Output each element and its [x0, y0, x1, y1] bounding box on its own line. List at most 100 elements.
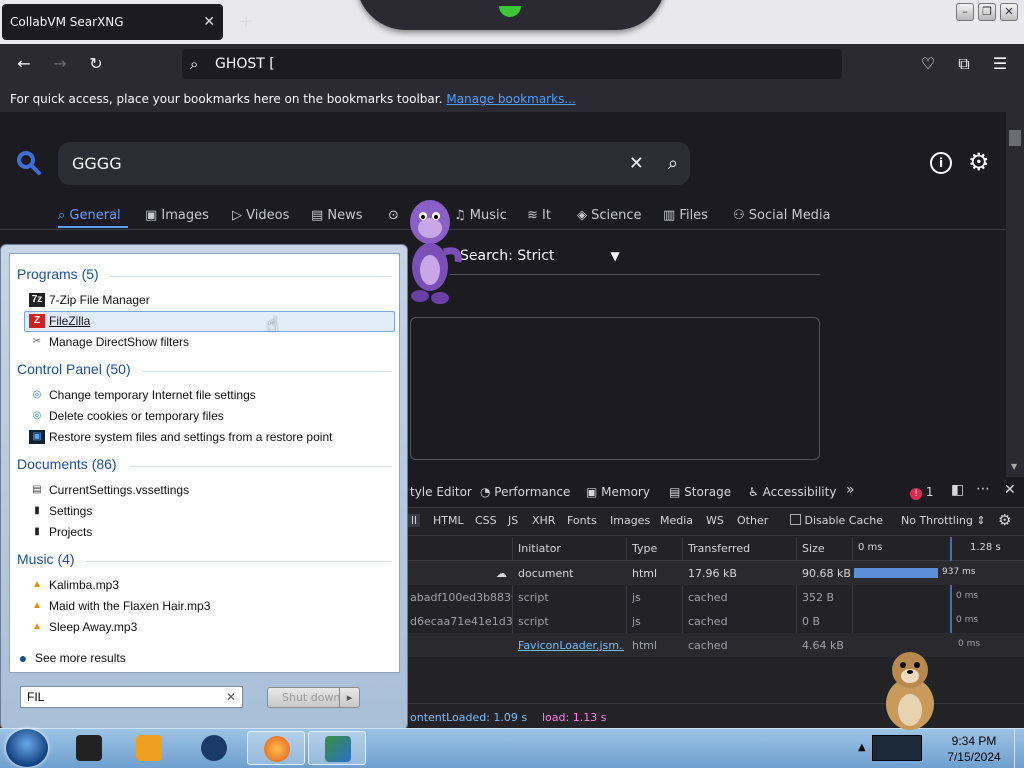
back-icon[interactable]: ←: [14, 54, 34, 74]
error-badge[interactable]: ! 1: [910, 485, 933, 500]
tab-map[interactable]: ⊙: [388, 204, 399, 228]
arrow-right-icon[interactable]: ▸: [339, 688, 359, 707]
tab-files[interactable]: ▥ Files: [663, 204, 708, 228]
extensions-icon[interactable]: ⧉: [954, 54, 974, 74]
info-icon[interactable]: i: [930, 152, 952, 174]
filter-css[interactable]: CSS: [475, 514, 497, 527]
table-row[interactable]: ☁ document html 17.96 kB 90.68 kB 937 ms: [400, 561, 1024, 585]
tab-images[interactable]: ▣ Images: [145, 204, 209, 228]
more-options-icon[interactable]: ⋯: [976, 481, 990, 497]
group-documents[interactable]: Documents (86): [17, 456, 117, 472]
close-devtools-icon[interactable]: ✕: [1004, 482, 1016, 498]
result-7zip[interactable]: 7z 7-Zip File Manager: [25, 290, 150, 310]
filter-ws[interactable]: WS: [706, 514, 724, 527]
reload-icon[interactable]: ↻: [86, 54, 106, 74]
result-sleep-away[interactable]: ▲ Sleep Away.mp3: [25, 617, 137, 637]
result-restore[interactable]: ▣ Restore system files and settings from …: [25, 427, 332, 447]
searxng-logo-icon[interactable]: [16, 150, 44, 178]
filter-fonts[interactable]: Fonts: [567, 514, 597, 527]
filter-all[interactable]: ll: [408, 514, 421, 527]
taskbar-app-firefox[interactable]: [247, 731, 305, 765]
taskbar-app-player[interactable]: [120, 731, 178, 765]
tab-style-editor[interactable]: tyle Editor: [410, 485, 472, 499]
more-tabs-icon[interactable]: »: [846, 482, 855, 498]
result-internet-settings[interactable]: ◎ Change temporary Internet file settings: [25, 385, 256, 405]
table-row[interactable]: abadf100ed3b88304 script js cached 352 B…: [400, 585, 1024, 609]
tab-accessibility[interactable]: ♿ Accessibility: [748, 485, 836, 499]
tab-storage[interactable]: ▤ Storage: [669, 485, 731, 499]
result-currentsettings[interactable]: ▤ CurrentSettings.vssettings: [25, 480, 189, 500]
start-orb-icon[interactable]: [6, 729, 48, 767]
taskbar-app-idm[interactable]: [308, 731, 366, 765]
result-settings[interactable]: ▮ Settings: [25, 501, 92, 521]
taskbar-app-browser[interactable]: [185, 731, 243, 765]
tab-social-media[interactable]: ⚇ Social Media: [733, 204, 831, 228]
clock[interactable]: 9:34 PM 7/15/2024: [940, 733, 1008, 765]
col-type[interactable]: Type: [632, 542, 657, 555]
result-label: CurrentSettings.vssettings: [49, 483, 190, 497]
search-icon[interactable]: ⌕: [668, 142, 678, 185]
result-maid[interactable]: ▲ Maid with the Flaxen Hair.mp3: [25, 596, 210, 616]
result-kalimba[interactable]: ▲ Kalimba.mp3: [25, 575, 119, 595]
new-tab-button[interactable]: +: [236, 8, 256, 36]
close-window-button[interactable]: ✕: [1000, 3, 1018, 21]
filter-images[interactable]: Images: [610, 514, 650, 527]
address-bar[interactable]: ⌕ GHOST [: [182, 49, 842, 79]
tab-science[interactable]: ◈ Science: [577, 204, 642, 228]
page-scrollbar[interactable]: ▼: [1006, 112, 1024, 477]
table-row[interactable]: d6ecaa71e41e1d3c3 script js cached 0 B 0…: [400, 609, 1024, 633]
shutdown-button[interactable]: Shut down ▸: [267, 687, 360, 708]
tab-memory[interactable]: ▣ Memory: [586, 485, 650, 499]
disable-cache-checkbox[interactable]: Disable Cache: [790, 514, 883, 527]
clear-icon[interactable]: ✕: [629, 142, 644, 185]
filter-xhr[interactable]: XHR: [532, 514, 555, 527]
safesearch-select[interactable]: Search: Strict ▼: [460, 248, 620, 264]
tab-it[interactable]: ≋ It: [527, 204, 551, 228]
col-transferred[interactable]: Transferred: [688, 542, 750, 555]
group-music[interactable]: Music (4): [17, 551, 75, 567]
result-filezilla[interactable]: Z FileZilla: [25, 311, 90, 331]
tab-videos[interactable]: ▷ Videos: [232, 204, 289, 228]
tab-news[interactable]: ▤ News: [311, 204, 363, 228]
tab-performance[interactable]: ◔ Performance: [480, 485, 570, 499]
restore-button[interactable]: ❐: [978, 3, 996, 21]
col-size[interactable]: Size: [802, 542, 825, 555]
search-input[interactable]: GGGG ✕ ⌕: [58, 142, 690, 185]
tray-expand-icon[interactable]: ▲: [858, 742, 866, 753]
bonzi-character[interactable]: [400, 192, 462, 310]
scroll-down-icon[interactable]: ▼: [1011, 462, 1017, 471]
show-desktop-button[interactable]: [1014, 728, 1024, 768]
pocket-icon[interactable]: ♡: [918, 54, 938, 74]
minimize-button[interactable]: –: [956, 3, 974, 21]
result-projects[interactable]: ▮ Projects: [25, 522, 92, 542]
filter-other[interactable]: Other: [737, 514, 768, 527]
see-more-results[interactable]: ● See more results: [11, 648, 126, 668]
gopher-character[interactable]: [876, 646, 944, 730]
clear-search-icon[interactable]: ✕: [226, 687, 236, 707]
settings-gear-icon[interactable]: ⚙: [998, 511, 1011, 529]
dock-icon[interactable]: ◧: [951, 482, 964, 498]
menu-icon[interactable]: ☰: [990, 54, 1010, 74]
col-initiator[interactable]: Initiator: [518, 542, 561, 555]
taskbar-app-media[interactable]: [60, 731, 118, 765]
files-icon: ▥: [663, 208, 680, 223]
start-search-input[interactable]: FIL ✕: [20, 686, 243, 708]
throttling-select[interactable]: No Throttling ⇕: [901, 514, 986, 527]
network-icon[interactable]: [872, 735, 922, 761]
cell-initiator-link[interactable]: FaviconLoader.jsm...: [518, 639, 624, 652]
manage-bookmarks-link[interactable]: Manage bookmarks...: [446, 92, 575, 106]
group-control-panel[interactable]: Control Panel (50): [17, 361, 131, 377]
gear-icon[interactable]: ⚙: [968, 148, 990, 176]
result-directshow[interactable]: ✂ Manage DirectShow filters: [25, 332, 189, 352]
forward-icon[interactable]: →: [50, 54, 70, 74]
tab-general[interactable]: ⌕ General: [58, 204, 128, 228]
safesearch-value: Search: Strict: [460, 248, 555, 264]
result-delete-cookies[interactable]: ◎ Delete cookies or temporary files: [25, 406, 224, 426]
browser-tab[interactable]: CollabVM SearXNG ✕: [2, 4, 223, 40]
filter-media[interactable]: Media: [660, 514, 693, 527]
close-tab-icon[interactable]: ✕: [203, 4, 215, 40]
filter-js[interactable]: JS: [508, 514, 518, 527]
group-programs[interactable]: Programs (5): [17, 266, 99, 282]
filter-html[interactable]: HTML: [433, 514, 464, 527]
scrollbar-thumb[interactable]: [1009, 130, 1021, 146]
